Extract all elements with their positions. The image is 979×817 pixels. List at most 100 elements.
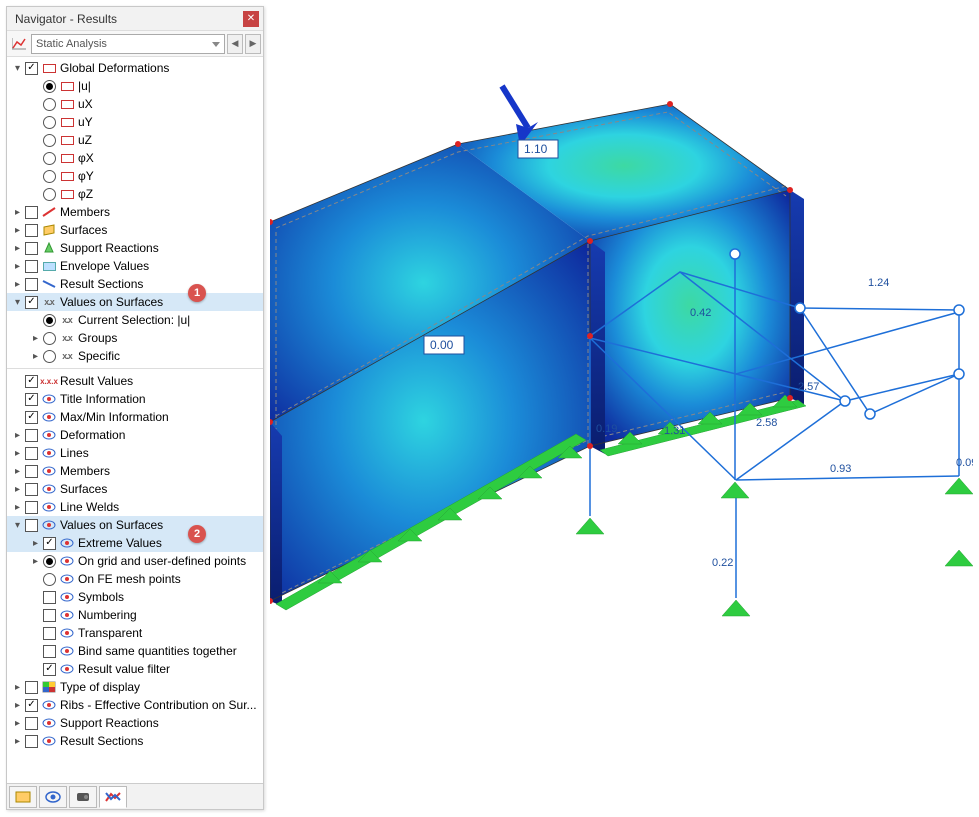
tree-phiz[interactable]: φZ [7,185,263,203]
tab-views[interactable] [69,786,97,808]
radio[interactable] [43,170,56,183]
tree-symbols[interactable]: Symbols [7,588,263,606]
member-value: 0.09 [956,457,973,469]
tree-current-selection[interactable]: x.xCurrent Selection: |u| [7,311,263,329]
radio[interactable] [43,555,56,568]
member-value: 1.31 [664,425,685,437]
radio[interactable] [43,332,56,345]
tree-ux[interactable]: uX [7,95,263,113]
tree-values-on-surfaces2[interactable]: ▾Values on Surfaces [7,516,263,534]
tree-type-display[interactable]: ▸Type of display [7,678,263,696]
tree-members[interactable]: ▸Members [7,203,263,221]
checkbox[interactable] [43,537,56,550]
bottom-tabs [7,783,263,809]
checkbox[interactable] [43,663,56,676]
checkbox[interactable] [25,411,38,424]
tree-result-sections[interactable]: ▸Result Sections [7,275,263,293]
checkbox[interactable] [25,278,38,291]
graph-icon[interactable] [9,34,29,54]
tree-result-values[interactable]: x.x.xResult Values [7,372,263,390]
tree-groups[interactable]: ▸x.xGroups [7,329,263,347]
panel-header: Navigator - Results ✕ [7,7,263,31]
checkbox[interactable] [25,447,38,460]
checkbox[interactable] [25,465,38,478]
eye-icon [59,608,75,622]
analysis-combo[interactable]: Static Analysis [31,34,225,54]
tree-envelope[interactable]: ▸Envelope Values [7,257,263,275]
checkbox[interactable] [25,519,38,532]
checkbox[interactable] [25,699,38,712]
checkbox[interactable] [25,735,38,748]
tab-display[interactable] [39,786,67,808]
checkbox[interactable] [25,681,38,694]
tree-uy[interactable]: uY [7,113,263,131]
tab-results[interactable] [99,786,127,808]
checkbox[interactable] [25,224,38,237]
next-button[interactable]: ▶ [245,34,261,54]
checkbox[interactable] [25,483,38,496]
radio[interactable] [43,116,56,129]
model-viewport[interactable]: 1.10 0.00 0.42 1.24 2.57 2.58 1.31 0.19 … [270,6,973,811]
tree-values-on-surfaces[interactable]: ▾x.xValues on Surfaces [7,293,263,311]
box-icon [59,187,75,201]
checkbox[interactable] [25,375,38,388]
panel-toolbar: Static Analysis ◀ ▶ [7,31,263,57]
member-icon [41,205,57,219]
svg-text:1.10: 1.10 [524,142,548,156]
radio[interactable] [43,134,56,147]
radio[interactable] [43,152,56,165]
checkbox[interactable] [43,627,56,640]
checkbox[interactable] [43,645,56,658]
tree-title-info[interactable]: Title Information [7,390,263,408]
tree-maxmin[interactable]: Max/Min Information [7,408,263,426]
checkbox[interactable] [25,296,38,309]
tree-transparent[interactable]: Transparent [7,624,263,642]
eye-icon [59,572,75,586]
tree-support-reactions[interactable]: ▸Support Reactions [7,239,263,257]
tree-specific[interactable]: ▸x.xSpecific [7,347,263,365]
tree-linewelds[interactable]: ▸Line Welds [7,498,263,516]
checkbox[interactable] [25,717,38,730]
checkbox[interactable] [43,609,56,622]
radio[interactable] [43,350,56,363]
tree-members2[interactable]: ▸Members [7,462,263,480]
checkbox[interactable] [25,206,38,219]
tree-on-grid[interactable]: ▸On grid and user-defined points [7,552,263,570]
tree-surfaces[interactable]: ▸Surfaces [7,221,263,239]
tree-lines[interactable]: ▸Lines [7,444,263,462]
tree-numbering[interactable]: Numbering [7,606,263,624]
tree-uz[interactable]: uZ [7,131,263,149]
checkbox[interactable] [43,591,56,604]
tree-support-reactions2[interactable]: ▸Support Reactions [7,714,263,732]
tree-surfaces2[interactable]: ▸Surfaces [7,480,263,498]
tree-phiy[interactable]: φY [7,167,263,185]
tree-phix[interactable]: φX [7,149,263,167]
radio[interactable] [43,573,56,586]
tree-result-sections2[interactable]: ▸Result Sections [7,732,263,750]
tab-project[interactable] [9,786,37,808]
tree-ribs[interactable]: ▸Ribs - Effective Contribution on Sur... [7,696,263,714]
eye-icon [41,428,57,442]
tree-deformation[interactable]: ▸Deformation [7,426,263,444]
radio[interactable] [43,80,56,93]
checkbox[interactable] [25,62,38,75]
tree-result-filter[interactable]: Result value filter [7,660,263,678]
tree-on-fe[interactable]: On FE mesh points [7,570,263,588]
checkbox[interactable] [25,242,38,255]
tree-global-deformations[interactable]: ▾Global Deformations [7,59,263,77]
checkbox[interactable] [25,393,38,406]
checkbox[interactable] [25,501,38,514]
radio[interactable] [43,314,56,327]
tree-u-abs[interactable]: |u| [7,77,263,95]
tree-bind-same[interactable]: Bind same quantities together [7,642,263,660]
box-icon [59,169,75,183]
radio[interactable] [43,98,56,111]
checkbox[interactable] [25,429,38,442]
close-button[interactable]: ✕ [243,11,259,27]
xx-icon: x.x [59,349,75,363]
tree-extreme-values[interactable]: ▸Extreme Values [7,534,263,552]
checkbox[interactable] [25,260,38,273]
prev-button[interactable]: ◀ [227,34,243,54]
radio[interactable] [43,188,56,201]
xx-icon: x.x [59,313,75,327]
